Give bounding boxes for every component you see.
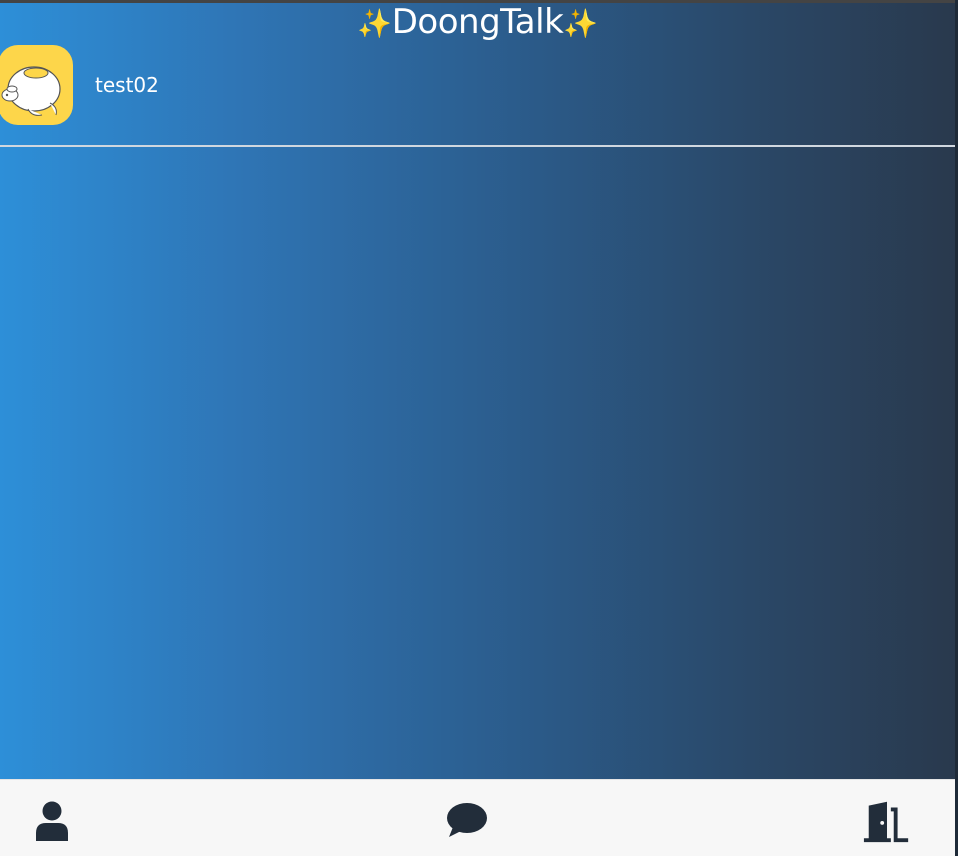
app-window: ✨DoongTalk✨ test02 [0,0,955,856]
door-exit-icon [863,801,909,843]
my-profile-row[interactable]: test02 [0,44,159,126]
nav-chat-button[interactable] [442,796,492,846]
page-title: ✨DoongTalk✨ [0,3,955,43]
app-title-text: DoongTalk [391,2,564,42]
sparkle-right-icon: ✨ [563,7,598,40]
bottom-nav [0,779,955,856]
username: test02 [95,73,159,97]
chat-bubble-icon [447,803,487,837]
rabbit-avatar-icon [1,66,61,116]
nav-exit-button[interactable] [862,796,912,846]
avatar[interactable] [0,45,73,125]
divider [0,145,955,147]
sparkle-left-icon: ✨ [357,7,392,40]
nav-profile-button[interactable] [27,796,77,846]
user-icon [36,801,68,841]
